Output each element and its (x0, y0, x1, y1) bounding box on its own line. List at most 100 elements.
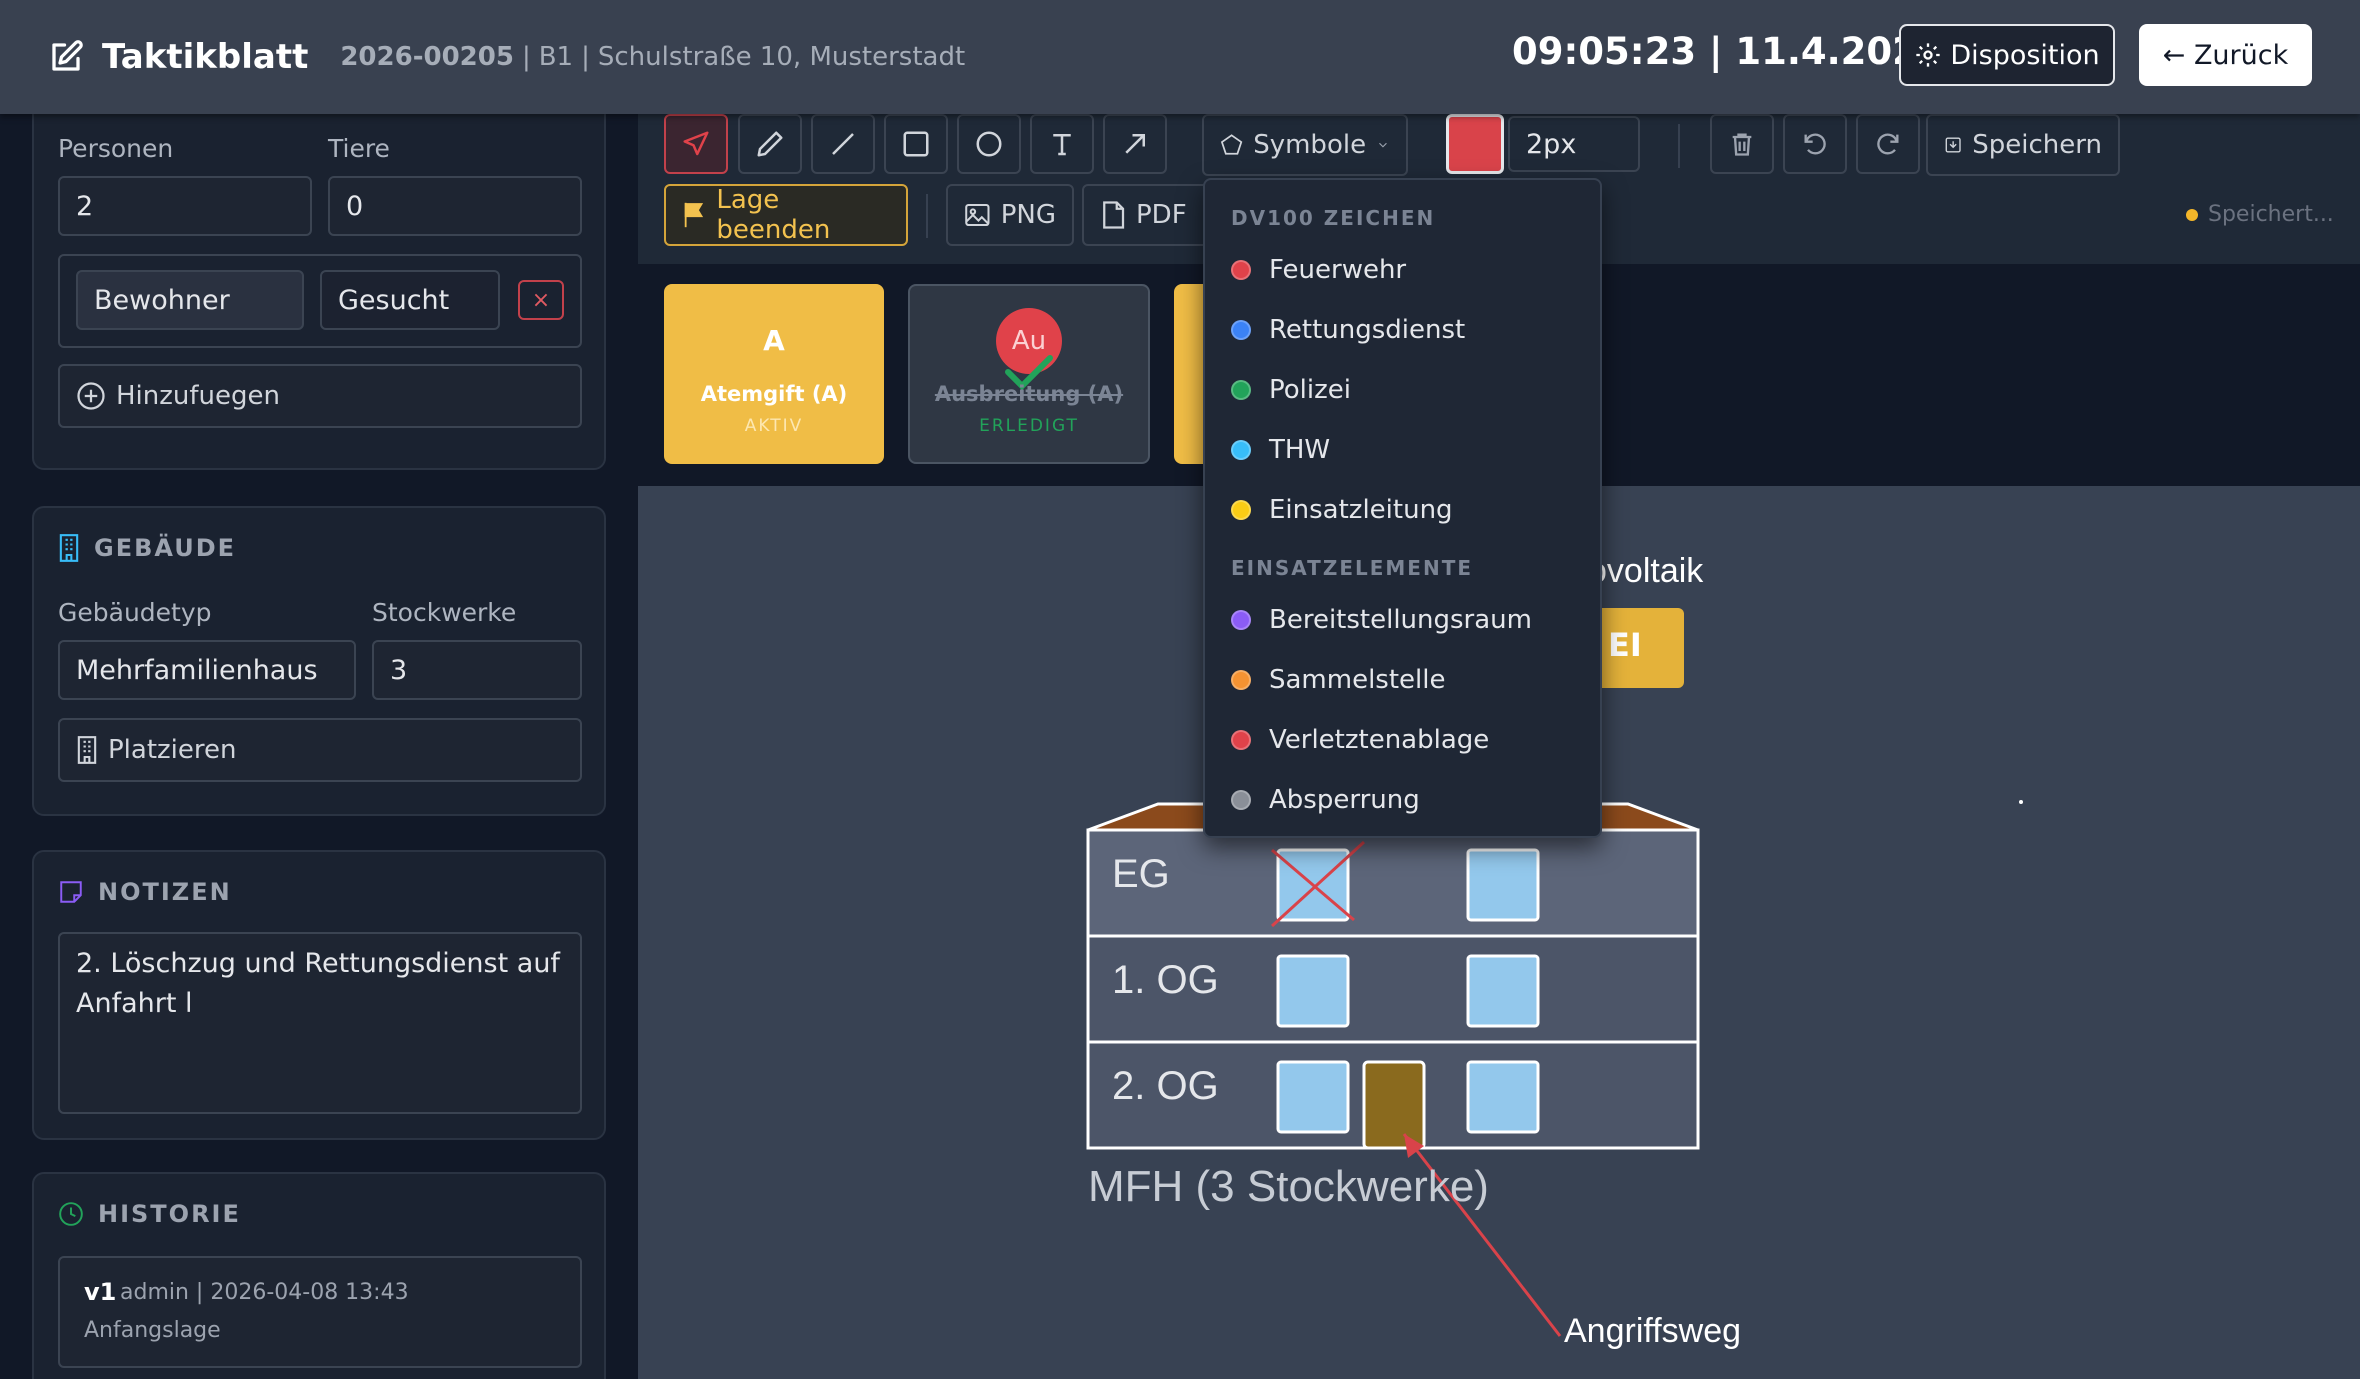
history-meta: admin | 2026-04-08 13:43 (120, 1280, 409, 1305)
symbol-label: Polizei (1269, 375, 1351, 405)
color-picker[interactable] (1446, 114, 1504, 174)
situation-card-ausbreitung[interactable]: Au Ausbreitung (A) ERLEDIGT (908, 284, 1150, 464)
window (1276, 954, 1350, 1028)
situation-title: Atemgift (A) (700, 382, 848, 406)
back-button[interactable]: ← Zurück (2139, 24, 2312, 86)
situation-card-atemgift[interactable]: A Atemgift (A) AKTIV (664, 284, 884, 464)
symbol-item-sammelstelle[interactable]: Sammelstelle (1231, 660, 1446, 700)
case-address: Schulstraße 10, Musterstadt (597, 42, 966, 72)
building-card: GEBÄUDE Gebäudetyp Mehrfamilienhaus Stoc… (32, 506, 606, 816)
toolbar-divider (926, 194, 928, 238)
symbol-item-absperrung[interactable]: Absperrung (1231, 780, 1420, 820)
line-icon (832, 133, 854, 155)
notes-textarea[interactable]: 2. Löschzug und Rettungsdienst auf Anfah… (58, 932, 582, 1114)
export-png-button[interactable]: PNG (946, 184, 1074, 246)
person-entry: Bewohner Gesucht × (58, 254, 582, 348)
color-dot (1231, 440, 1251, 460)
place-building-label: Platzieren (108, 735, 237, 765)
add-person-label: Hinzufuegen (116, 381, 280, 411)
symbol-item-bereitstellungsraum[interactable]: Bereitstellungsraum (1231, 600, 1532, 640)
place-building-button[interactable]: Platzieren (58, 718, 582, 782)
rectangle-tool-button[interactable] (884, 114, 948, 174)
sidebar: Personen 2 Tiere 0 Bewohner Gesucht × Hi… (0, 94, 638, 1379)
building-icon (59, 534, 79, 562)
persons-input[interactable]: 2 (58, 176, 312, 236)
toolbar-divider (1678, 124, 1680, 168)
disposition-button[interactable]: Disposition (1899, 24, 2115, 86)
symbol-item-thw[interactable]: THW (1231, 430, 1330, 470)
redo-icon (1877, 133, 1899, 155)
case-separator: | (581, 42, 590, 72)
trash-icon (1732, 133, 1752, 156)
history-title: HISTORIE (98, 1200, 241, 1228)
person-status-input[interactable]: Gesucht (320, 270, 500, 330)
situation-status: AKTIV (744, 416, 804, 436)
color-dot (1231, 380, 1251, 400)
door (1362, 1060, 1426, 1150)
floor-eg (1086, 828, 1700, 938)
window (1466, 848, 1540, 922)
case-number: 2026-00205 (340, 42, 514, 72)
floors-label: Stockwerke (372, 598, 517, 627)
save-label: Speichern (1972, 130, 2102, 160)
history-entry[interactable]: v1 admin | 2026-04-08 13:43 Anfangslage (58, 1256, 582, 1368)
stroke-width-input[interactable]: 2px (1508, 116, 1640, 172)
line-tool-button[interactable] (811, 114, 875, 174)
delete-button[interactable] (1710, 114, 1774, 174)
floor-label-eg: EG (1112, 852, 1170, 896)
building-title: GEBÄUDE (94, 534, 237, 562)
floor-label-1og: 1. OG (1112, 958, 1219, 1002)
symbol-label: Absperrung (1269, 785, 1420, 815)
notes-card: NOTIZEN 2. Löschzug und Rettungsdienst a… (32, 850, 606, 1140)
arrow-tool-button[interactable] (1103, 114, 1167, 174)
pdf-icon (1103, 201, 1125, 229)
circle-tool-button[interactable] (957, 114, 1021, 174)
end-situation-button[interactable]: Lage beenden (664, 184, 908, 246)
attack-route-label: Angriffsweg (1564, 1312, 1742, 1350)
pentagon-icon (1220, 134, 1243, 155)
symbol-item-feuerwehr[interactable]: Feuerwehr (1231, 250, 1406, 290)
case-unit: B1 (538, 42, 574, 72)
symbols-dropdown-button[interactable]: Symbole (1202, 114, 1408, 176)
history-version: v1 (84, 1278, 117, 1306)
redo-button[interactable] (1856, 114, 1920, 174)
app-header: Taktikblatt 2026-00205 | B1 | Schulstraß… (0, 0, 2360, 114)
symbol-item-verletztenablage[interactable]: Verletztenablage (1231, 720, 1489, 760)
arrow-icon (1125, 134, 1145, 154)
floors-input[interactable]: 3 (372, 640, 582, 700)
clock-display: 09:05:23 | 11.4.2026 (1512, 30, 1944, 73)
history-description: Anfangslage (84, 1318, 221, 1343)
animals-input[interactable]: 0 (328, 176, 582, 236)
situation-status: ERLEDIGT (979, 416, 1079, 436)
dropdown-section-einsatzelemente: EINSATZELEMENTE (1231, 556, 1473, 580)
pencil-tool-button[interactable] (738, 114, 802, 174)
undo-button[interactable] (1783, 114, 1847, 174)
building-type-input[interactable]: Mehrfamilienhaus (58, 640, 356, 700)
add-person-button[interactable]: Hinzufuegen (58, 364, 582, 428)
export-pdf-button[interactable]: PDF (1082, 184, 1210, 246)
symbol-label: Bereitstellungsraum (1269, 605, 1532, 635)
dropdown-section-dv100: DV100 ZEICHEN (1231, 206, 1436, 230)
close-icon: × (531, 287, 551, 313)
building-caption: MFH (3 Stockwerke) (1088, 1162, 1489, 1211)
disposition-label: Disposition (1950, 39, 2100, 71)
color-dot (1231, 500, 1251, 520)
building-section-title: GEBÄUDE (58, 534, 236, 562)
cursor-icon (683, 131, 709, 156)
select-tool-button[interactable] (664, 114, 728, 174)
color-dot (1231, 790, 1251, 810)
gear-icon (1916, 43, 1941, 67)
notes-title: NOTIZEN (98, 878, 232, 906)
save-button[interactable]: Speichern (1926, 114, 2120, 176)
symbol-item-polizei[interactable]: Polizei (1231, 370, 1351, 410)
saving-status-label: Speichert... (2208, 202, 2334, 227)
symbol-item-einsatzleitung[interactable]: Einsatzleitung (1231, 490, 1453, 530)
person-name-input[interactable]: Bewohner (76, 270, 304, 330)
remove-person-button[interactable]: × (518, 280, 564, 320)
window (1276, 1060, 1350, 1134)
symbol-label: Einsatzleitung (1269, 495, 1453, 525)
image-icon (965, 203, 990, 227)
symbol-label: Feuerwehr (1269, 255, 1407, 285)
symbol-item-rettungsdienst[interactable]: Rettungsdienst (1231, 310, 1465, 350)
text-tool-button[interactable] (1030, 114, 1094, 174)
